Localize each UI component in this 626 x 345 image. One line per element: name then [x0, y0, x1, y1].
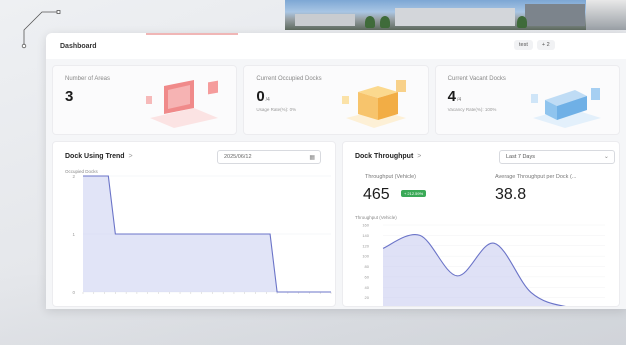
chevron-down-icon: ⌄ — [603, 154, 609, 160]
title-bar: Dashboard test + 2 — [46, 33, 626, 59]
y-tick-label: 120 — [362, 243, 369, 248]
growth-badge: + 212.59% — [400, 190, 427, 197]
card-number-of-areas[interactable]: Number of Areas 3 — [52, 65, 238, 135]
warehouse-photo — [285, 0, 626, 30]
panel-title[interactable]: Dock Throughput > — [355, 153, 421, 160]
dock-throughput-panel: Dock Throughput > Last 7 Days ⌄ Throughpu… — [341, 141, 620, 308]
panel-title[interactable]: Dock Using Trend > — [65, 153, 133, 160]
monitor-illustration-icon — [146, 80, 219, 128]
page-title: Dashboard — [60, 42, 97, 50]
throughput-value: 465 — [362, 186, 390, 203]
chevron-right-icon: > — [128, 153, 133, 160]
dashboard-window: Dashboard test + 2 Number of Areas 3 Cur… — [46, 33, 626, 309]
y-tick-label: 140 — [362, 233, 369, 238]
date-picker[interactable]: 2025/06/12 ▦ — [217, 150, 321, 164]
tag-more[interactable]: + 2 — [536, 40, 555, 50]
y-tick-label: 60 — [365, 274, 370, 279]
y-tick-label: 40 — [365, 285, 370, 290]
y-tick-label: 100 — [362, 254, 369, 259]
box-illustration-icon — [341, 80, 406, 128]
average-value: 38.8 — [494, 186, 527, 203]
throughput-label: Throughput (Vehicle) — [364, 174, 417, 180]
chevron-right-icon: > — [417, 153, 422, 160]
y-tick-label: 80 — [365, 264, 370, 269]
y-tick-label: 0 — [367, 306, 370, 308]
dock-using-trend-panel: Dock Using Trend > 2025/06/12 ▦ Occupied … — [52, 141, 336, 307]
series-area — [382, 234, 563, 306]
y-tick-label: 160 — [362, 223, 369, 228]
y-tick-label: 2 — [72, 174, 75, 179]
tag-test[interactable]: test — [514, 40, 533, 50]
average-label: Average Throughput per Dock (... — [494, 174, 577, 180]
card-occupied-docks[interactable]: Current Occupied Docks 0/4 Usage Rate(%)… — [243, 65, 429, 135]
dock-trend-chart: 0 1 2 — [72, 174, 332, 295]
throughput-chart: 0 20 40 60 80 100 120 140 160 — [362, 223, 605, 308]
tag-group[interactable]: test + 2 — [514, 40, 555, 50]
y-tick-label: 1 — [72, 232, 75, 237]
y-tick-label: 20 — [365, 295, 370, 300]
y-tick-label: 0 — [72, 290, 75, 295]
dashboard-body: Number of Areas 3 Current Occupied Docks… — [46, 59, 626, 309]
calendar-icon[interactable]: ▦ — [309, 154, 315, 161]
range-select[interactable]: Last 7 Days ⌄ — [498, 150, 615, 164]
card-vacant-docks[interactable]: Current Vacant Docks 4/4 Vacancy Rate(%)… — [434, 65, 620, 135]
truck-illustration-icon — [530, 88, 601, 128]
